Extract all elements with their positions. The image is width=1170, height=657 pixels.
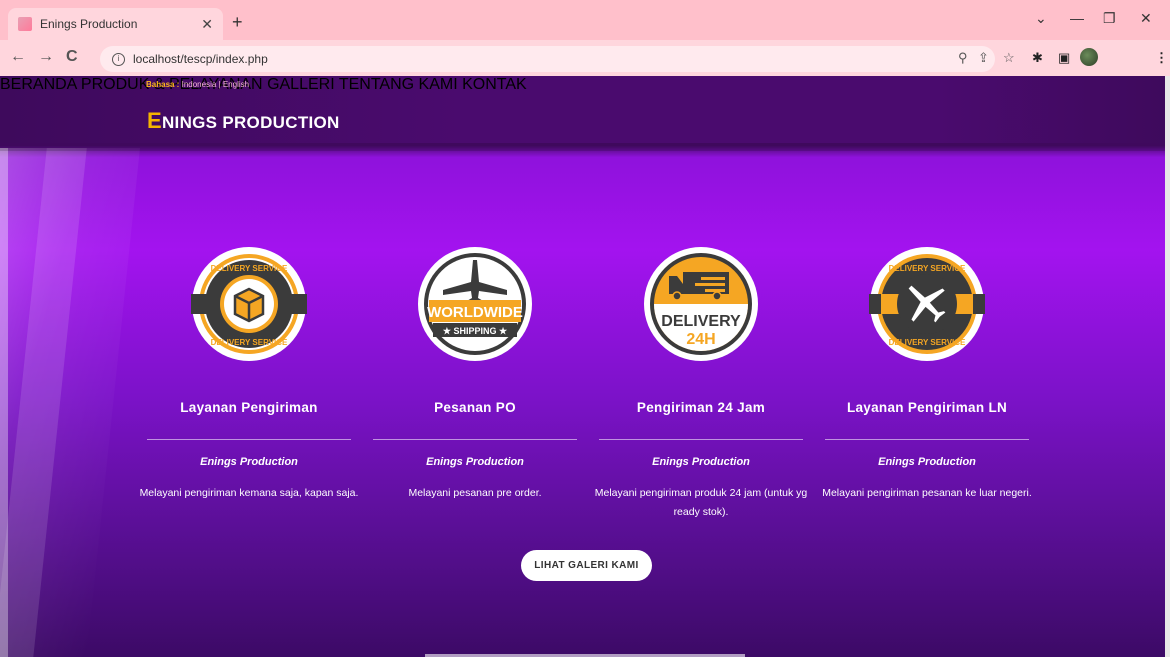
site-header: Bahasa : Indonesia | English ENINGS PROD…: [0, 76, 1170, 151]
profile-avatar[interactable]: [1080, 48, 1098, 66]
brand-name: NINGS PRODUCTION: [161, 113, 340, 132]
browser-menu-icon[interactable]: ⋮: [1155, 50, 1168, 66]
service-divider: [373, 439, 577, 440]
page-scrollbar[interactable]: [1165, 76, 1170, 657]
box-delivery-icon: DELIVERY SERVICE DELIVERY SERVICE: [191, 247, 307, 361]
badge-text: DELIVERY SERVICE: [889, 338, 966, 347]
site-info-icon[interactable]: i: [112, 52, 125, 66]
service-subtitle: Enings Production: [878, 456, 976, 468]
language-separator: |: [218, 80, 221, 89]
service-subtitle: Enings Production: [200, 456, 298, 468]
badge-text: DELIVERY SERVICE: [211, 264, 288, 273]
service-title: Pengiriman 24 Jam: [636, 400, 766, 415]
view-gallery-button[interactable]: LIHAT GALERI KAMI: [521, 550, 652, 581]
window-close-icon[interactable]: ✕: [1140, 10, 1152, 27]
forward-icon[interactable]: →: [38, 48, 54, 66]
badge-text: WORLDWIDE: [427, 304, 523, 321]
nav-beranda[interactable]: BERANDA: [0, 76, 76, 93]
language-indonesia-link[interactable]: Indonesia: [182, 80, 217, 89]
service-description: Melayani pesanan pre order.: [408, 487, 542, 499]
badge-text: DELIVERY SERVICE: [211, 338, 288, 347]
bookmark-star-icon[interactable]: ☆: [1003, 50, 1015, 66]
airplane-worldwide-icon: WORLDWIDE ★ SHIPPING ★: [418, 247, 532, 361]
url-text: localhost/tescp/index.php: [133, 52, 268, 66]
truck-24h-icon: DELIVERY 24H: [644, 247, 758, 361]
service-description: Melayani pengiriman pesanan ke luar nege…: [822, 487, 1032, 499]
nav-kontak[interactable]: KONTAK: [462, 76, 527, 93]
tab-title: Enings Production: [40, 17, 138, 31]
service-divider: [147, 439, 351, 440]
airplane-delivery-icon: DELIVERY SERVICE DELIVERY SERVICE: [869, 247, 985, 361]
favicon-icon: [18, 17, 32, 31]
minimize-icon[interactable]: —: [1070, 10, 1084, 26]
share-icon[interactable]: ⇪: [978, 50, 989, 66]
restore-icon[interactable]: ❐: [1103, 10, 1116, 27]
browser-tab-bar: Enings Production ✕ + ⌄ — ❐ ✕: [0, 0, 1170, 40]
tab-close-icon[interactable]: ✕: [201, 16, 213, 33]
badge-text: ★ SHIPPING ★: [443, 326, 508, 336]
service-title: Pesanan PO: [434, 400, 516, 415]
language-switcher: Bahasa : Indonesia | English: [146, 80, 249, 89]
nav-galleri[interactable]: GALLERI: [267, 76, 335, 93]
language-label: Bahasa :: [146, 80, 180, 89]
left-edge-decoration: [0, 148, 8, 657]
badge-text: 24H: [686, 331, 715, 348]
badge-text: DELIVERY: [661, 313, 741, 330]
nav-tentang-kami[interactable]: TENTANG KAMI: [339, 76, 458, 93]
page-content: Bahasa : Indonesia | English ENINGS PROD…: [0, 76, 1170, 657]
language-english-link[interactable]: English: [223, 80, 249, 89]
service-divider: [825, 439, 1029, 440]
badge-text: DELIVERY SERVICE: [889, 264, 966, 273]
zoom-icon[interactable]: ⚲: [958, 50, 968, 66]
service-divider: [599, 439, 803, 440]
service-title: Layanan Pengiriman LN: [846, 400, 1008, 415]
service-subtitle: Enings Production: [426, 456, 524, 468]
sidepanel-icon[interactable]: ▣: [1058, 50, 1070, 66]
service-subtitle: Enings Production: [652, 456, 750, 468]
reload-icon[interactable]: C: [66, 48, 78, 66]
tab-search-icon[interactable]: ⌄: [1035, 10, 1047, 27]
service-title: Layanan Pengiriman: [180, 400, 318, 415]
brand-initial: E: [147, 108, 162, 133]
browser-tab[interactable]: Enings Production ✕: [8, 8, 223, 40]
service-description: Melayani pengiriman produk 24 jam (untuk…: [594, 487, 808, 518]
back-icon[interactable]: ←: [10, 48, 26, 66]
extensions-icon[interactable]: ✱: [1032, 50, 1043, 66]
service-description: Melayani pengiriman kemana saja, kapan s…: [139, 487, 359, 499]
new-tab-icon[interactable]: +: [232, 12, 243, 33]
url-field[interactable]: i localhost/tescp/index.php: [100, 46, 995, 72]
site-logo[interactable]: ENINGS PRODUCTION: [147, 108, 340, 134]
